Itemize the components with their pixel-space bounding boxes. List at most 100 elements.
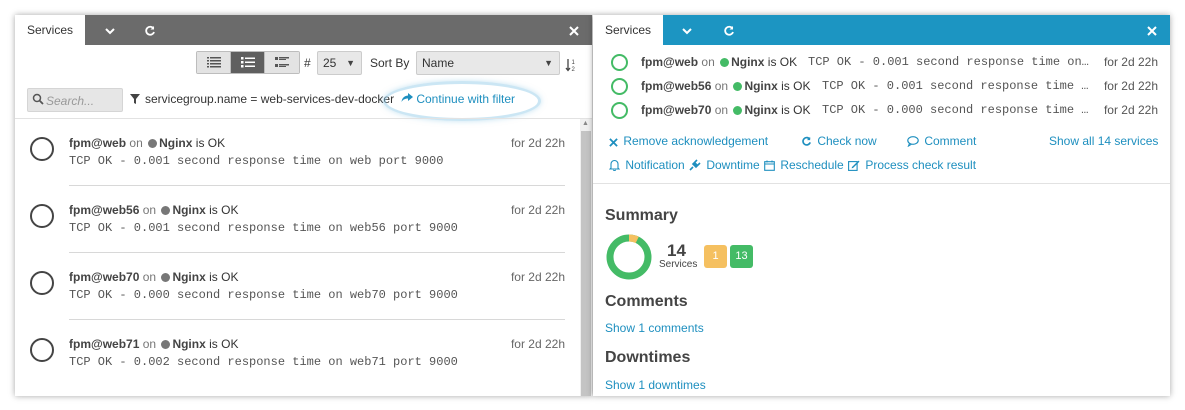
- on-label: on: [701, 55, 715, 69]
- host-state-dot-icon: [148, 139, 158, 148]
- plugin-output: TCP OK - 0.000 second response time on w…: [69, 288, 458, 302]
- sort-direction-icon[interactable]: 12: [565, 58, 577, 75]
- continue-with-filter-link[interactable]: Continue with filter: [401, 92, 515, 106]
- scroll-up-icon[interactable]: ▲: [582, 120, 589, 127]
- state-text: is OK: [209, 337, 239, 351]
- service-name[interactable]: fpm@web70: [641, 103, 711, 117]
- close-icon[interactable]: [562, 15, 586, 45]
- notification-link[interactable]: Notification: [608, 158, 685, 172]
- process-check-result-link[interactable]: Process check result: [848, 158, 976, 172]
- chevron-down-icon: ▼: [544, 58, 553, 68]
- service-list-item[interactable]: fpm@web56 on Nginx is OK for 2d 22h TCP OK…: [15, 186, 580, 253]
- right-services-pane: Services fpm@web on Nginx is OK TCP OK - …: [593, 15, 1170, 396]
- service-title: fpm@web70 on Nginx is OK: [69, 270, 238, 284]
- on-label: on: [142, 270, 157, 284]
- close-icon[interactable]: [1140, 15, 1164, 45]
- sort-value: Name: [422, 56, 455, 70]
- filter-expression[interactable]: servicegroup.name = web-services-dev-doc…: [130, 92, 394, 107]
- check-now-link[interactable]: Check now: [801, 134, 877, 148]
- right-tab-services[interactable]: Services: [593, 15, 663, 45]
- search-placeholder: Search...: [46, 94, 95, 108]
- host-name[interactable]: Nginx: [159, 136, 192, 150]
- selected-service-item[interactable]: fpm@web70 on Nginx is OK TCP OK - 0.000 s…: [593, 97, 1170, 121]
- summary-total: 14: [667, 241, 686, 260]
- service-list-item[interactable]: fpm@web71 on Nginx is OK for 2d 22h TCP OK…: [15, 320, 580, 387]
- host-name[interactable]: Nginx: [744, 103, 777, 117]
- refresh-icon[interactable]: [138, 15, 162, 45]
- host-state-dot-icon: [161, 273, 171, 282]
- continue-label: Continue with filter: [416, 92, 516, 106]
- svg-text:2: 2: [572, 67, 576, 72]
- plugin-output: TCP OK - 0.002 second response time on w…: [69, 355, 458, 369]
- left-tab-services[interactable]: Services: [15, 15, 85, 45]
- service-list-item[interactable]: fpm@web70 on Nginx is OK for 2d 22h TCP OK…: [15, 253, 580, 320]
- chevron-down-icon[interactable]: [98, 15, 122, 45]
- service-title: fpm@web on Nginx is OK: [69, 136, 225, 150]
- reschedule-link[interactable]: Reschedule: [764, 158, 844, 172]
- service-list-item[interactable]: fpm@web on Nginx is OK for 2d 22h TCP OK -…: [15, 119, 580, 186]
- minimal-list-icon[interactable]: [197, 52, 231, 73]
- sort-select[interactable]: Name ▼: [416, 51, 560, 75]
- show-all-services-link[interactable]: Show all 14 services: [1049, 134, 1158, 148]
- share-arrow-icon: [401, 92, 416, 106]
- service-list: fpm@web on Nginx is OK for 2d 22h TCP OK -…: [15, 119, 580, 396]
- service-name[interactable]: fpm@web: [69, 136, 126, 150]
- downtime-link[interactable]: Downtime: [689, 158, 760, 172]
- check-now-label: Check now: [817, 134, 877, 148]
- host-name[interactable]: Nginx: [172, 203, 205, 217]
- left-services-pane: Services # 25 ▼ Sort By Name ▼ 12 Search…: [15, 15, 592, 396]
- state-duration: for 2d 22h: [1103, 55, 1158, 69]
- limit-label: #: [304, 56, 311, 70]
- state-text: is OK: [781, 79, 811, 93]
- filter-icon: [130, 93, 140, 107]
- host-name[interactable]: Nginx: [172, 270, 205, 284]
- refresh-icon[interactable]: [717, 15, 741, 45]
- scrollbar[interactable]: ▲: [580, 119, 592, 396]
- selected-service-item[interactable]: fpm@web on Nginx is OK TCP OK - 0.001 sec…: [593, 49, 1170, 73]
- selected-service-item[interactable]: fpm@web56 on Nginx is OK TCP OK - 0.001 s…: [593, 73, 1170, 97]
- limit-select[interactable]: 25 ▼: [317, 51, 362, 75]
- comment-link[interactable]: Comment: [907, 134, 976, 148]
- state-duration: for 2d 22h: [1103, 103, 1158, 117]
- sort-by-label: Sort By: [370, 56, 410, 70]
- plugin-output: TCP OK - 0.001 second response time on..…: [808, 55, 1090, 69]
- state-text: is OK: [209, 203, 239, 217]
- service-title: fpm@web56 on Nginx is OK: [641, 79, 810, 93]
- state-duration: for 2d 22h: [510, 337, 565, 351]
- reschedule-label: Reschedule: [780, 158, 844, 172]
- host-name[interactable]: Nginx: [744, 79, 777, 93]
- remove-ack-label: Remove acknowledgement: [623, 134, 769, 148]
- warning-count-badge[interactable]: 1: [704, 245, 727, 268]
- host-state-dot-icon: [161, 340, 171, 349]
- service-name[interactable]: fpm@web71: [69, 337, 139, 351]
- search-input[interactable]: Search...: [27, 88, 123, 112]
- service-title: fpm@web71 on Nginx is OK: [69, 337, 238, 351]
- scrollbar-thumb[interactable]: [581, 131, 591, 396]
- host-name[interactable]: Nginx: [172, 337, 205, 351]
- chevron-down-icon[interactable]: [675, 15, 699, 45]
- summary-title: Summary: [605, 207, 678, 224]
- service-name[interactable]: fpm@web56: [69, 203, 139, 217]
- plug-icon: [689, 158, 703, 172]
- refresh-icon: [801, 134, 814, 148]
- service-name[interactable]: fpm@web: [641, 55, 698, 69]
- default-list-icon[interactable]: [231, 52, 265, 73]
- show-downtimes-link[interactable]: Show 1 downtimes: [605, 378, 706, 392]
- host-name[interactable]: Nginx: [731, 55, 764, 69]
- state-ok-circle-icon: [30, 204, 54, 228]
- state-duration: for 2d 22h: [510, 203, 565, 217]
- notification-label: Notification: [625, 158, 685, 172]
- service-name[interactable]: fpm@web70: [69, 270, 139, 284]
- left-tab-bar: Services: [15, 15, 592, 45]
- ok-count-badge[interactable]: 13: [730, 245, 753, 268]
- service-name[interactable]: fpm@web56: [641, 79, 711, 93]
- on-label: on: [142, 203, 157, 217]
- state-ok-circle-icon: [611, 102, 628, 119]
- remove-acknowledgement-link[interactable]: Remove acknowledgement: [609, 134, 768, 148]
- bell-icon: [608, 158, 622, 172]
- on-label: on: [142, 337, 157, 351]
- show-comments-link[interactable]: Show 1 comments: [605, 321, 704, 335]
- plugin-output: TCP OK - 0.000 second response time ...: [822, 103, 1090, 117]
- service-title: fpm@web on Nginx is OK: [641, 55, 797, 69]
- detailed-list-icon[interactable]: [265, 52, 299, 73]
